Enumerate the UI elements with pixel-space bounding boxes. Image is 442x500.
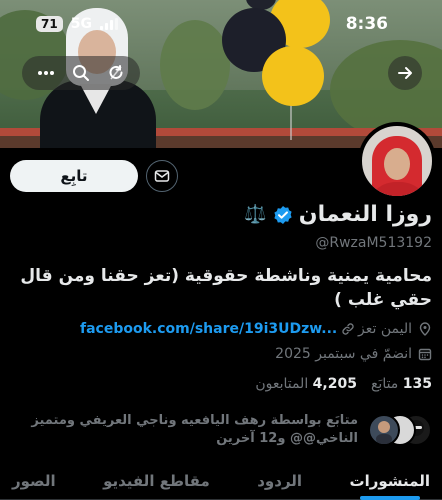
following-label: متابَع <box>370 376 399 392</box>
profile-bio: محامية يمنية وناشطة حقوقية (تعز حقنا ومن… <box>20 266 432 310</box>
followed-by-row[interactable]: متابَع بواسطة رهف اليافعيه وناجي العريفي… <box>28 412 432 448</box>
following-stat[interactable]: 135 متابَع <box>371 376 432 392</box>
avatar <box>368 414 400 446</box>
tab-photos[interactable]: الصور <box>12 466 56 499</box>
tab-videos[interactable]: مقاطع الفيديو <box>103 466 210 499</box>
refresh-icon[interactable] <box>101 58 131 88</box>
followers-stat[interactable]: 4,205 المتابعون <box>255 376 357 392</box>
calendar-icon <box>418 348 432 361</box>
verified-badge-icon[interactable] <box>273 205 293 225</box>
balloon <box>262 46 324 106</box>
more-icon[interactable] <box>31 58 61 88</box>
follow-stats: 135 متابَع 4,205 المتابعون <box>255 376 432 392</box>
location-row: اليمن تعز <box>358 321 432 337</box>
envelope-icon <box>154 170 170 182</box>
website-url[interactable]: facebook.com/share/19i3UDzw... <box>80 321 337 337</box>
location-pin-icon <box>419 322 431 336</box>
back-arrow-icon <box>398 67 412 79</box>
tab-posts[interactable]: المنشورات <box>350 466 430 500</box>
profile-handle: @RwzaM513192 <box>315 235 432 251</box>
followed-by-avatars <box>368 414 432 446</box>
joined-text: انضمّ في سبتمبر 2025 <box>275 346 412 362</box>
battery-indicator: 71 <box>36 16 63 32</box>
display-name: روزا النعمان <box>298 202 432 227</box>
joined-row: انضمّ في سبتمبر 2025 <box>275 346 432 362</box>
profile-name-row: روزا النعمان ⚖️ <box>244 202 432 227</box>
scales-icon: ⚖️ <box>244 204 267 225</box>
following-count: 135 <box>402 376 432 392</box>
website-link[interactable]: facebook.com/share/19i3UDzw... <box>80 321 355 337</box>
profile-avatar[interactable] <box>358 122 436 200</box>
link-icon <box>342 323 354 335</box>
followers-label: المتابعون <box>255 376 309 392</box>
network-type: 5G <box>70 16 92 32</box>
followed-by-text: متابَع بواسطة رهف اليافعيه وناجي العريفي… <box>31 413 358 446</box>
status-bar-left: 71 5G <box>36 16 118 32</box>
back-button[interactable] <box>388 56 422 90</box>
tab-replies[interactable]: الردود <box>257 466 302 499</box>
location-text: اليمن تعز <box>358 321 412 337</box>
signal-icon <box>99 18 118 30</box>
message-button[interactable] <box>146 160 178 192</box>
status-time: 8:36 <box>345 14 388 34</box>
banner-tree <box>160 20 230 110</box>
banner-actions <box>22 56 140 90</box>
balloon-string <box>290 100 292 140</box>
search-icon[interactable] <box>66 58 96 88</box>
follow-button[interactable]: تابِع <box>10 160 138 192</box>
profile-tabs: المنشورات الردود مقاطع الفيديو الصور <box>0 466 442 500</box>
followers-count: 4,205 <box>312 376 357 392</box>
